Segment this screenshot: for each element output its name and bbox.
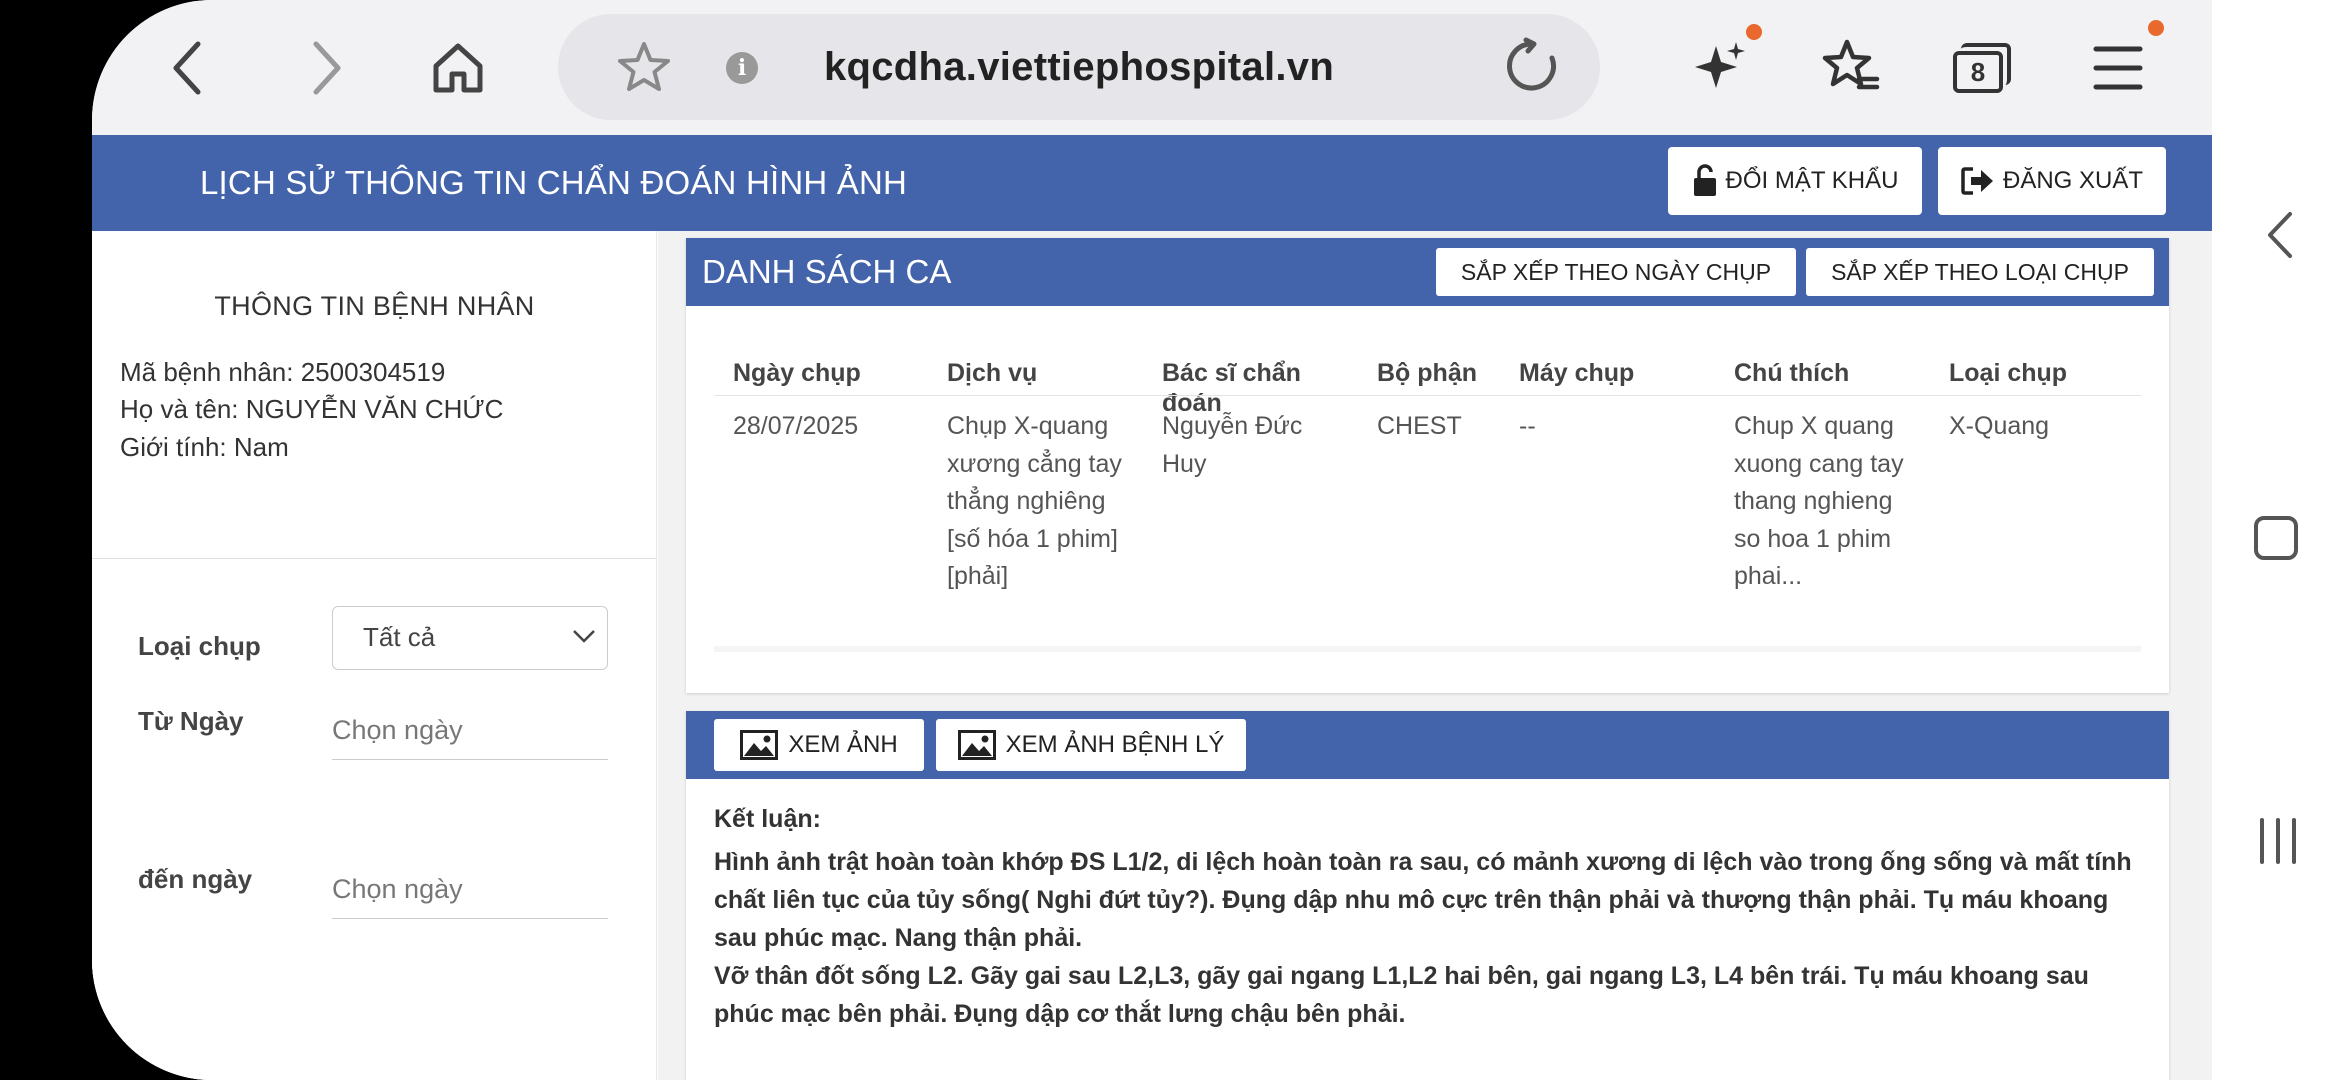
page-title: LỊCH SỬ THÔNG TIN CHẨN ĐOÁN HÌNH ẢNH: [200, 164, 908, 201]
cell-part: CHEST: [1377, 412, 1462, 440]
result-detail-panel: XEM ẢNH XEM ẢNH BỆNH LÝ Kết luận: Hình ả…: [686, 711, 2169, 1080]
to-date-input[interactable]: Chọn ngày: [332, 859, 608, 919]
ai-sparkle-icon[interactable]: [1682, 30, 1758, 106]
case-list-header: DANH SÁCH CA SẮP XẾP THEO NGÀY CHỤP SẮP …: [686, 238, 2169, 306]
url-text[interactable]: kqcdha.viettiephospital.vn: [558, 14, 1600, 120]
col-header-type: Loại chụp: [1949, 359, 2068, 387]
change-password-label: ĐỔI MẬT KHẨU: [1725, 167, 1899, 194]
case-list-title: DANH SÁCH CA: [702, 253, 952, 290]
chevron-down-icon: [573, 630, 595, 643]
nav-recents-icon[interactable]: [2256, 816, 2300, 871]
patient-id: Mã bệnh nhân: 2500304519: [120, 357, 446, 387]
patient-gender: Giới tính: Nam: [120, 432, 289, 462]
logout-button[interactable]: ĐĂNG XUẤT: [1938, 147, 2166, 215]
conclusion-text: Hình ảnh trật hoàn toàn khớp ĐS L1/2, di…: [714, 848, 2132, 952]
change-password-button[interactable]: ĐỔI MẬT KHẨU: [1668, 147, 1922, 215]
nav-home-icon[interactable]: [2254, 516, 2298, 560]
to-date-label: đến ngày: [138, 864, 253, 894]
bookmarks-icon[interactable]: [1812, 30, 1888, 106]
unlock-icon: [1693, 164, 1716, 196]
page-header: LỊCH SỬ THÔNG TIN CHẨN ĐOÁN HÌNH ẢNH ĐỔI…: [92, 135, 2212, 231]
view-image-button[interactable]: XEM ẢNH: [714, 719, 924, 771]
browser-screen: i kqcdha.viettiephospital.vn 8 LỊCH SỬ T…: [92, 0, 2212, 1080]
col-header-part: Bộ phận: [1377, 359, 1477, 387]
cell-note: Chup X quang xuong cang tay thang nghien…: [1734, 412, 1904, 590]
sidebar-divider: [92, 558, 657, 559]
back-icon[interactable]: [150, 30, 226, 106]
header-divider: [714, 395, 2141, 396]
view-pathology-label: XEM ẢNH BỆNH LÝ: [1005, 731, 1225, 758]
browser-toolbar: i kqcdha.viettiephospital.vn 8: [92, 0, 2212, 135]
sort-by-date-button[interactable]: SẮP XẾP THEO NGÀY CHỤP: [1436, 248, 1796, 296]
cell-machine: --: [1519, 412, 1536, 440]
notification-dot: [1746, 24, 1762, 40]
patient-info-title: THÔNG TIN BỆNH NHÂN: [214, 291, 535, 321]
logout-label: ĐĂNG XUẤT: [2002, 167, 2143, 194]
conclusion-label: Kết luận:: [714, 805, 821, 833]
patient-sidebar: THÔNG TIN BỆNH NHÂN Mã bệnh nhân: 250030…: [92, 231, 657, 1080]
cell-type: X-Quang: [1949, 412, 2050, 440]
detail-toolbar: XEM ẢNH XEM ẢNH BỆNH LÝ: [686, 711, 2169, 779]
from-date-label: Từ Ngày: [138, 706, 244, 736]
row-divider: [714, 646, 2141, 652]
view-pathology-image-button[interactable]: XEM ẢNH BỆNH LÝ: [936, 719, 1246, 771]
home-icon[interactable]: [420, 30, 496, 106]
menu-notification-dot: [2148, 20, 2164, 36]
reload-icon[interactable]: [1502, 36, 1562, 101]
system-navigation-bar: [2212, 0, 2340, 1080]
image-icon: [740, 730, 779, 760]
forward-icon[interactable]: [288, 30, 364, 106]
logout-icon: [1961, 167, 1993, 195]
sort-by-type-button[interactable]: SẮP XẾP THEO LOẠI CHỤP: [1806, 248, 2154, 296]
view-image-label: XEM ẢNH: [788, 731, 898, 758]
address-bar[interactable]: i kqcdha.viettiephospital.vn: [558, 14, 1600, 120]
conclusion-text-2: Vỡ thân đốt sống L2. Gãy gai sau L2,L3, …: [714, 962, 2089, 1028]
image-icon: [957, 730, 996, 760]
col-header-date: Ngày chụp: [733, 359, 861, 387]
case-list-panel: DANH SÁCH CA SẮP XẾP THEO NGÀY CHỤP SẮP …: [686, 238, 2169, 693]
col-header-machine: Máy chụp: [1519, 359, 1635, 387]
web-page: LỊCH SỬ THÔNG TIN CHẨN ĐOÁN HÌNH ẢNH ĐỔI…: [92, 135, 2212, 1080]
imaging-type-value: Tất cả: [363, 622, 436, 652]
cell-doctor: Nguyễn Đức Huy: [1162, 412, 1303, 478]
menu-icon[interactable]: [2080, 30, 2156, 106]
from-date-input[interactable]: Chọn ngày: [332, 700, 608, 760]
tabs-icon[interactable]: 8: [1944, 30, 2020, 106]
patient-name: Họ và tên: NGUYỄN VĂN CHỨC: [120, 394, 504, 424]
col-header-service: Dịch vụ: [947, 359, 1038, 387]
cell-service: Chụp X-quang xương cẳng tay thẳng nghiên…: [947, 412, 1122, 590]
nav-back-icon[interactable]: [2264, 210, 2294, 265]
imaging-type-select[interactable]: Tất cả: [332, 606, 608, 670]
cell-date: 28/07/2025: [733, 412, 859, 440]
tab-count: 8: [1953, 51, 2003, 93]
col-header-note: Chú thích: [1734, 359, 1850, 387]
imaging-type-label: Loại chụp: [138, 631, 261, 661]
